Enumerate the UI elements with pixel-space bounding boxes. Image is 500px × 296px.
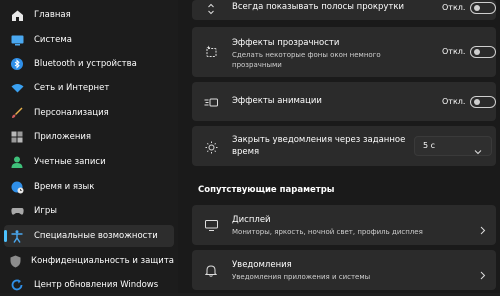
sidebar-item-label: Специальные возможности [34, 231, 158, 241]
transparency-setting-card: Эффекты прозрачности Сделать некоторые ф… [192, 27, 496, 77]
transparency-subtitle-1: Сделать некоторые фоны окон немного [232, 51, 381, 59]
notification-timeout-title-2: время [232, 147, 260, 157]
sidebar-item-label: Центр обновления Windows [34, 280, 159, 290]
scrollbars-setting-card: Всегда показывать полосы прокрутки Откл. [192, 0, 496, 20]
animation-setting-card: Эффекты анимации Откл. [192, 82, 496, 121]
sidebar-item-label: Сеть и Интернет [34, 83, 110, 93]
system-icon [10, 33, 24, 47]
accessibility-icon [10, 229, 24, 243]
sidebar-item-network[interactable]: Сеть и Интернет [4, 77, 174, 99]
sparkle-window-icon [204, 44, 218, 58]
sidebar-item-personalization[interactable]: Персонализация [4, 102, 174, 124]
sidebar-item-time-language[interactable]: Время и язык [4, 176, 174, 198]
sidebar-item-label: Персонализация [34, 108, 109, 118]
notification-timeout-card: Закрыть уведомления через заданное время… [192, 126, 496, 166]
sidebar-item-accessibility[interactable]: Специальные возможности [4, 225, 174, 247]
sidebar-item-apps[interactable]: Приложения [4, 126, 174, 148]
related-settings-heading: Сопутствующие параметры [198, 185, 335, 195]
bell-icon [204, 263, 218, 277]
notification-timeout-dropdown[interactable]: 5 с [414, 136, 492, 156]
home-icon [10, 8, 24, 22]
display-link-card[interactable]: Дисплей Мониторы, яркость, ночной свет, … [192, 205, 496, 245]
animation-title: Эффекты анимации [232, 96, 322, 106]
sidebar: Главная Система Bluetooth и устройства С… [0, 0, 178, 293]
sun-icon [204, 140, 218, 154]
bluetooth-icon [10, 57, 24, 71]
gamepad-icon [10, 204, 24, 218]
notifications-link-title: Уведомления [232, 260, 292, 270]
transparency-subtitle-2: прозрачными [232, 61, 282, 69]
sidebar-item-label: Главная [34, 10, 71, 20]
notifications-link-subtitle: Уведомления приложения и системы [232, 273, 371, 281]
scrollbars-toggle[interactable] [470, 2, 496, 14]
animation-toggle[interactable] [470, 96, 496, 108]
transparency-toggle[interactable] [470, 46, 496, 58]
notification-timeout-title-1: Закрыть уведомления через заданное [232, 135, 406, 145]
shield-icon [10, 254, 21, 268]
person-icon [10, 155, 24, 169]
display-title: Дисплей [232, 215, 271, 225]
display-subtitle: Мониторы, яркость, ночной свет, профиль … [232, 228, 423, 236]
wifi-icon [10, 81, 24, 95]
sidebar-item-accounts[interactable]: Учетные записи [4, 151, 174, 173]
chevron-down-icon [474, 141, 482, 160]
scrollbars-title: Всегда показывать полосы прокрутки [232, 2, 405, 12]
sidebar-item-label: Приложения [34, 132, 92, 142]
notifications-link-card[interactable]: Уведомления Уведомления приложения и сис… [192, 250, 496, 290]
update-icon [10, 278, 24, 292]
chevron-right-icon [480, 220, 486, 239]
transparency-title: Эффекты прозрачности [232, 38, 340, 48]
sidebar-item-label: Bluetooth и устройства [34, 59, 137, 69]
sidebar-item-bluetooth[interactable]: Bluetooth и устройства [4, 53, 174, 75]
sidebar-item-label: Время и язык [34, 182, 95, 192]
sidebar-item-system[interactable]: Система [4, 29, 174, 51]
scroll-arrows-icon [204, 2, 218, 16]
settings-content: Всегда показывать полосы прокрутки Откл.… [178, 0, 500, 293]
selection-indicator [4, 230, 7, 242]
sidebar-item-home[interactable]: Главная [4, 4, 174, 26]
brush-icon [10, 106, 24, 120]
sidebar-item-label: Игры [34, 206, 57, 216]
dropdown-value: 5 с [423, 141, 436, 150]
scrollbars-state: Откл. [442, 3, 466, 12]
sidebar-item-label: Конфиденциальность и защита [31, 256, 174, 266]
sidebar-item-gaming[interactable]: Игры [4, 200, 174, 222]
sidebar-item-label: Учетные записи [34, 157, 106, 167]
apps-icon [10, 130, 24, 144]
sidebar-item-privacy[interactable]: Конфиденциальность и защита [4, 250, 174, 272]
chevron-right-icon [480, 265, 486, 284]
animation-state: Откл. [442, 97, 466, 106]
monitor-icon [204, 218, 218, 232]
sidebar-item-label: Система [34, 35, 72, 45]
transparency-state: Откл. [442, 47, 466, 56]
globe-clock-icon [10, 180, 24, 194]
animation-icon [204, 95, 218, 109]
